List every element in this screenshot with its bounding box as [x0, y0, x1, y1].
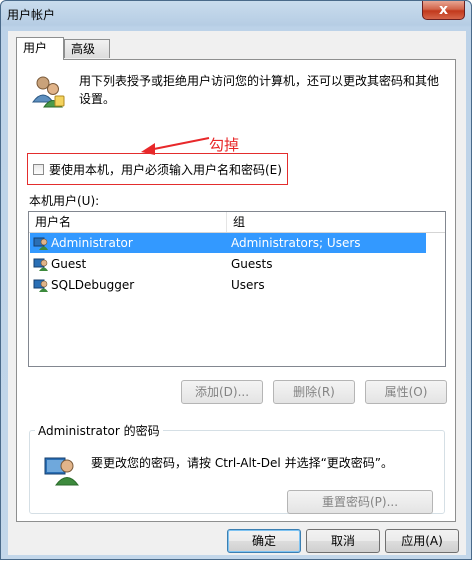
ok-button[interactable]: 确定: [227, 529, 301, 553]
apply-button[interactable]: 应用(A): [385, 529, 459, 553]
user-properties-button[interactable]: 属性(O): [365, 380, 447, 404]
table-row[interactable]: Guest Guests: [30, 254, 426, 274]
intro-text: 用下列表授予或拒绝用户访问您的计算机，还可以更改其密码和其他设置。: [79, 74, 440, 106]
annotation-label: 勾掉: [209, 136, 240, 154]
table-row[interactable]: SQLDebugger Users: [30, 275, 426, 295]
user-group: Administrators; Users: [231, 236, 361, 250]
local-users-label: 本机用户(U):: [29, 194, 100, 208]
add-user-button[interactable]: 添加(D)...: [181, 380, 263, 404]
users-tab-panel: 用下列表授予或拒绝用户访问您的计算机，还可以更改其密码和其他设置。 勾掉 要使用…: [16, 59, 456, 522]
password-instructions: 要更改您的密码，请按 Ctrl-Alt-Del 并选择“更改密码”。: [91, 456, 394, 470]
user-icon: [33, 237, 48, 250]
reset-password-button[interactable]: 重置密码(P)...: [287, 490, 433, 514]
user-group: Guests: [231, 257, 273, 271]
cancel-button[interactable]: 取消: [306, 529, 380, 553]
column-header-group[interactable]: 组: [227, 212, 445, 232]
user-name: SQLDebugger: [51, 278, 135, 292]
title-bar[interactable]: 用户帐户 x: [1, 1, 471, 27]
window-title: 用户帐户: [7, 8, 56, 22]
remove-user-button[interactable]: 删除(R): [273, 380, 355, 404]
user-name: Guest: [51, 257, 87, 271]
tab-advanced[interactable]: 高级: [64, 39, 110, 58]
close-button[interactable]: x: [422, 1, 465, 20]
table-row[interactable]: Administrator Administrators; Users: [30, 233, 426, 253]
require-password-option[interactable]: 要使用本机，用户必须输入用户名和密码(E): [33, 161, 282, 178]
list-header: 用户名 组: [29, 212, 445, 233]
user-name: Administrator: [51, 236, 133, 250]
dialog-client-area: 用户 高级 用下列表授予或拒绝用户访问您的计算机，还可以更改其密码和其他设置。 …: [8, 31, 466, 555]
require-password-label: 要使用本机，用户必须输入用户名和密码(E): [49, 163, 282, 177]
user-icon: [33, 258, 48, 271]
local-users-list[interactable]: 用户名 组 Administrator Administrators; User…: [28, 211, 446, 367]
password-group-title: Administrator 的密码: [35, 422, 163, 439]
column-header-username[interactable]: 用户名: [29, 212, 227, 232]
tab-users[interactable]: 用户: [16, 37, 64, 60]
users-icon: [32, 76, 65, 108]
user-accounts-window: 用户帐户 x 用户 高级 用下列表授予或拒绝用户访问您的计算机，还可以更改其密码…: [0, 0, 472, 560]
close-icon: x: [438, 2, 449, 18]
user-password-icon: [44, 457, 79, 486]
user-group: Users: [231, 278, 265, 292]
require-password-checkbox[interactable]: [33, 164, 44, 175]
user-icon: [33, 279, 48, 292]
